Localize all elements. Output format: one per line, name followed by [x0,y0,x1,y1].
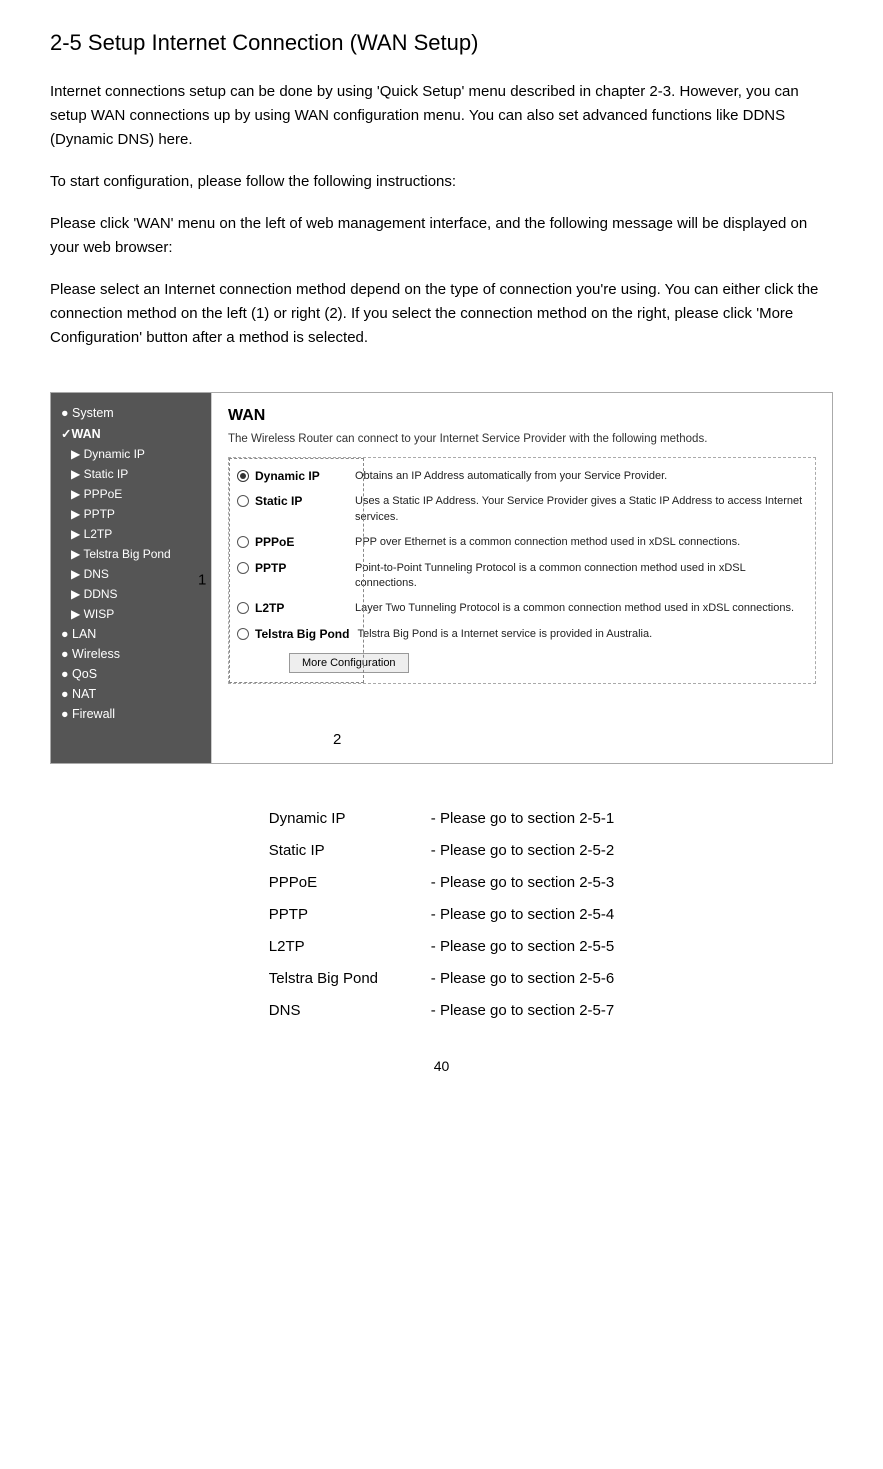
radio-telstra-big-pond[interactable] [237,628,249,640]
reference-method-6: DNS [269,996,429,1026]
method-label-1: Static IP [255,494,302,508]
sidebar-item-firewall[interactable]: ● Firewall [51,704,211,724]
radio-dynamic-ip[interactable] [237,470,249,482]
reference-method-5: Telstra Big Pond [269,964,429,994]
sidebar-item-label: ● Wireless [61,647,120,661]
sidebar-item-label: ▶ Dynamic IP [71,447,145,461]
method-label-3: PPTP [255,561,286,575]
sidebar-item-label: ▶ L2TP [71,527,112,541]
reference-row-6: DNS- Please go to section 2-5-7 [269,996,614,1026]
sidebar-item-label: ▶ PPTP [71,507,115,521]
sidebar-item-l2tp[interactable]: ▶ L2TP [51,524,211,544]
sidebar-item-label: ● LAN [61,627,96,641]
reference-section-0: - Please go to section 2-5-1 [431,804,614,834]
radio-l2tp[interactable] [237,602,249,614]
sidebar-item-label: ● NAT [61,687,96,701]
wan-method-row-pptp[interactable]: PPTP Point-to-Point Tunneling Protocol is… [229,556,815,597]
sidebar-item-system[interactable]: ● System [51,403,211,423]
paragraph-2: To start configuration, please follow th… [50,170,833,194]
reference-table: Dynamic IP- Please go to section 2-5-1St… [267,802,616,1028]
sidebar: ● System ✓WAN ▶ Dynamic IP ▶ Static IP ▶ PPP… [51,393,211,763]
sidebar-item-label: ● System [61,406,114,420]
sidebar-item-telstra-big-pond[interactable]: ▶ Telstra Big Pond [51,544,211,564]
reference-section-4: - Please go to section 2-5-5 [431,932,614,962]
wan-screenshot: ● System ✓WAN ▶ Dynamic IP ▶ Static IP ▶ PPP… [50,392,833,764]
reference-method-3: PPTP [269,900,429,930]
sidebar-item-nat[interactable]: ● NAT [51,684,211,704]
wan-panel-description: The Wireless Router can connect to your … [228,433,816,445]
screenshot-container: 1 2 ● System ✓WAN ▶ Dynamic IP ▶ Static IP ▶… [50,368,833,792]
sidebar-item-label: ✓WAN [61,426,101,441]
wan-panel-title: WAN [228,407,816,425]
wan-methods-table: Dynamic IP Obtains an IP Address automati… [228,457,816,684]
paragraph-4: Please select an Internet connection met… [50,278,833,350]
method-desc-5: Telstra Big Pond is a Internet service i… [357,627,807,642]
sidebar-item-pppoe[interactable]: ▶ PPPoE [51,484,211,504]
wan-method-row-telstra-big-pond[interactable]: Telstra Big Pond Telstra Big Pond is a In… [229,622,815,647]
sidebar-item-label: ▶ PPPoE [71,487,122,501]
page-number: 40 [50,1058,833,1074]
method-desc-2: PPP over Ethernet is a common connection… [355,535,807,550]
sidebar-item-label: ▶ Static IP [71,467,128,481]
wan-main-panel: WAN The Wireless Router can connect to y… [211,393,832,763]
reference-section-1: - Please go to section 2-5-2 [431,836,614,866]
reference-row-5: Telstra Big Pond- Please go to section 2… [269,964,614,994]
sidebar-item-label: ● QoS [61,667,97,681]
method-label-0: Dynamic IP [255,469,320,483]
sidebar-item-lan[interactable]: ● LAN [51,624,211,644]
wan-method-row-dynamic-ip[interactable]: Dynamic IP Obtains an IP Address automati… [229,464,815,489]
method-desc-3: Point-to-Point Tunneling Protocol is a c… [355,561,807,592]
reference-row-4: L2TP- Please go to section 2-5-5 [269,932,614,962]
more-config-btn-wrapper: More Configuration [229,647,815,677]
reference-row-1: Static IP- Please go to section 2-5-2 [269,836,614,866]
radio-static-ip[interactable] [237,495,249,507]
wan-method-row-l2tp[interactable]: L2TP Layer Two Tunneling Protocol is a co… [229,596,815,621]
sidebar-item-qos[interactable]: ● QoS [51,664,211,684]
method-label-5: Telstra Big Pond [255,627,349,641]
sidebar-item-wisp[interactable]: ▶ WISP [51,604,211,624]
more-config-button[interactable]: More Configuration [289,653,409,673]
method-desc-1: Uses a Static IP Address. Your Service P… [355,494,807,525]
reference-method-1: Static IP [269,836,429,866]
sidebar-item-label: ▶ DNS [71,567,109,581]
sidebar-item-dns[interactable]: ▶ DNS [51,564,211,584]
reference-section-3: - Please go to section 2-5-4 [431,900,614,930]
page-title: 2-5 Setup Internet Connection (WAN Setup… [50,30,833,56]
sidebar-item-wan[interactable]: ✓WAN [51,423,211,444]
wan-method-row-pppoe[interactable]: PPPoE PPP over Ethernet is a common conne… [229,530,815,555]
method-label-2: PPPoE [255,535,294,549]
sidebar-item-static-ip[interactable]: ▶ Static IP [51,464,211,484]
sidebar-item-label: ● Firewall [61,707,115,721]
sidebar-item-ddns[interactable]: ▶ DDNS [51,584,211,604]
reference-row-3: PPTP- Please go to section 2-5-4 [269,900,614,930]
reference-method-4: L2TP [269,932,429,962]
method-label-4: L2TP [255,601,284,615]
sidebar-item-dynamic-ip[interactable]: ▶ Dynamic IP [51,444,211,464]
paragraph-3: Please click 'WAN' menu on the left of w… [50,212,833,260]
reference-row-2: PPPoE- Please go to section 2-5-3 [269,868,614,898]
radio-pppoe[interactable] [237,536,249,548]
reference-section-2: - Please go to section 2-5-3 [431,868,614,898]
reference-row-0: Dynamic IP- Please go to section 2-5-1 [269,804,614,834]
sidebar-item-label: ▶ Telstra Big Pond [71,547,171,561]
sidebar-item-label: ▶ DDNS [71,587,118,601]
sidebar-item-wireless[interactable]: ● Wireless [51,644,211,664]
reference-method-0: Dynamic IP [269,804,429,834]
wan-method-row-static-ip[interactable]: Static IP Uses a Static IP Address. Your … [229,489,815,530]
label-2: 2 [333,731,341,748]
reference-section-6: - Please go to section 2-5-7 [431,996,614,1026]
sidebar-item-label: ▶ WISP [71,607,114,621]
sidebar-item-pptp[interactable]: ▶ PPTP [51,504,211,524]
method-desc-4: Layer Two Tunneling Protocol is a common… [355,601,807,616]
radio-pptp[interactable] [237,562,249,574]
method-desc-0: Obtains an IP Address automatically from… [355,469,807,484]
label-1: 1 [198,572,206,589]
reference-section-5: - Please go to section 2-5-6 [431,964,614,994]
reference-method-2: PPPoE [269,868,429,898]
paragraph-1: Internet connections setup can be done b… [50,80,833,152]
